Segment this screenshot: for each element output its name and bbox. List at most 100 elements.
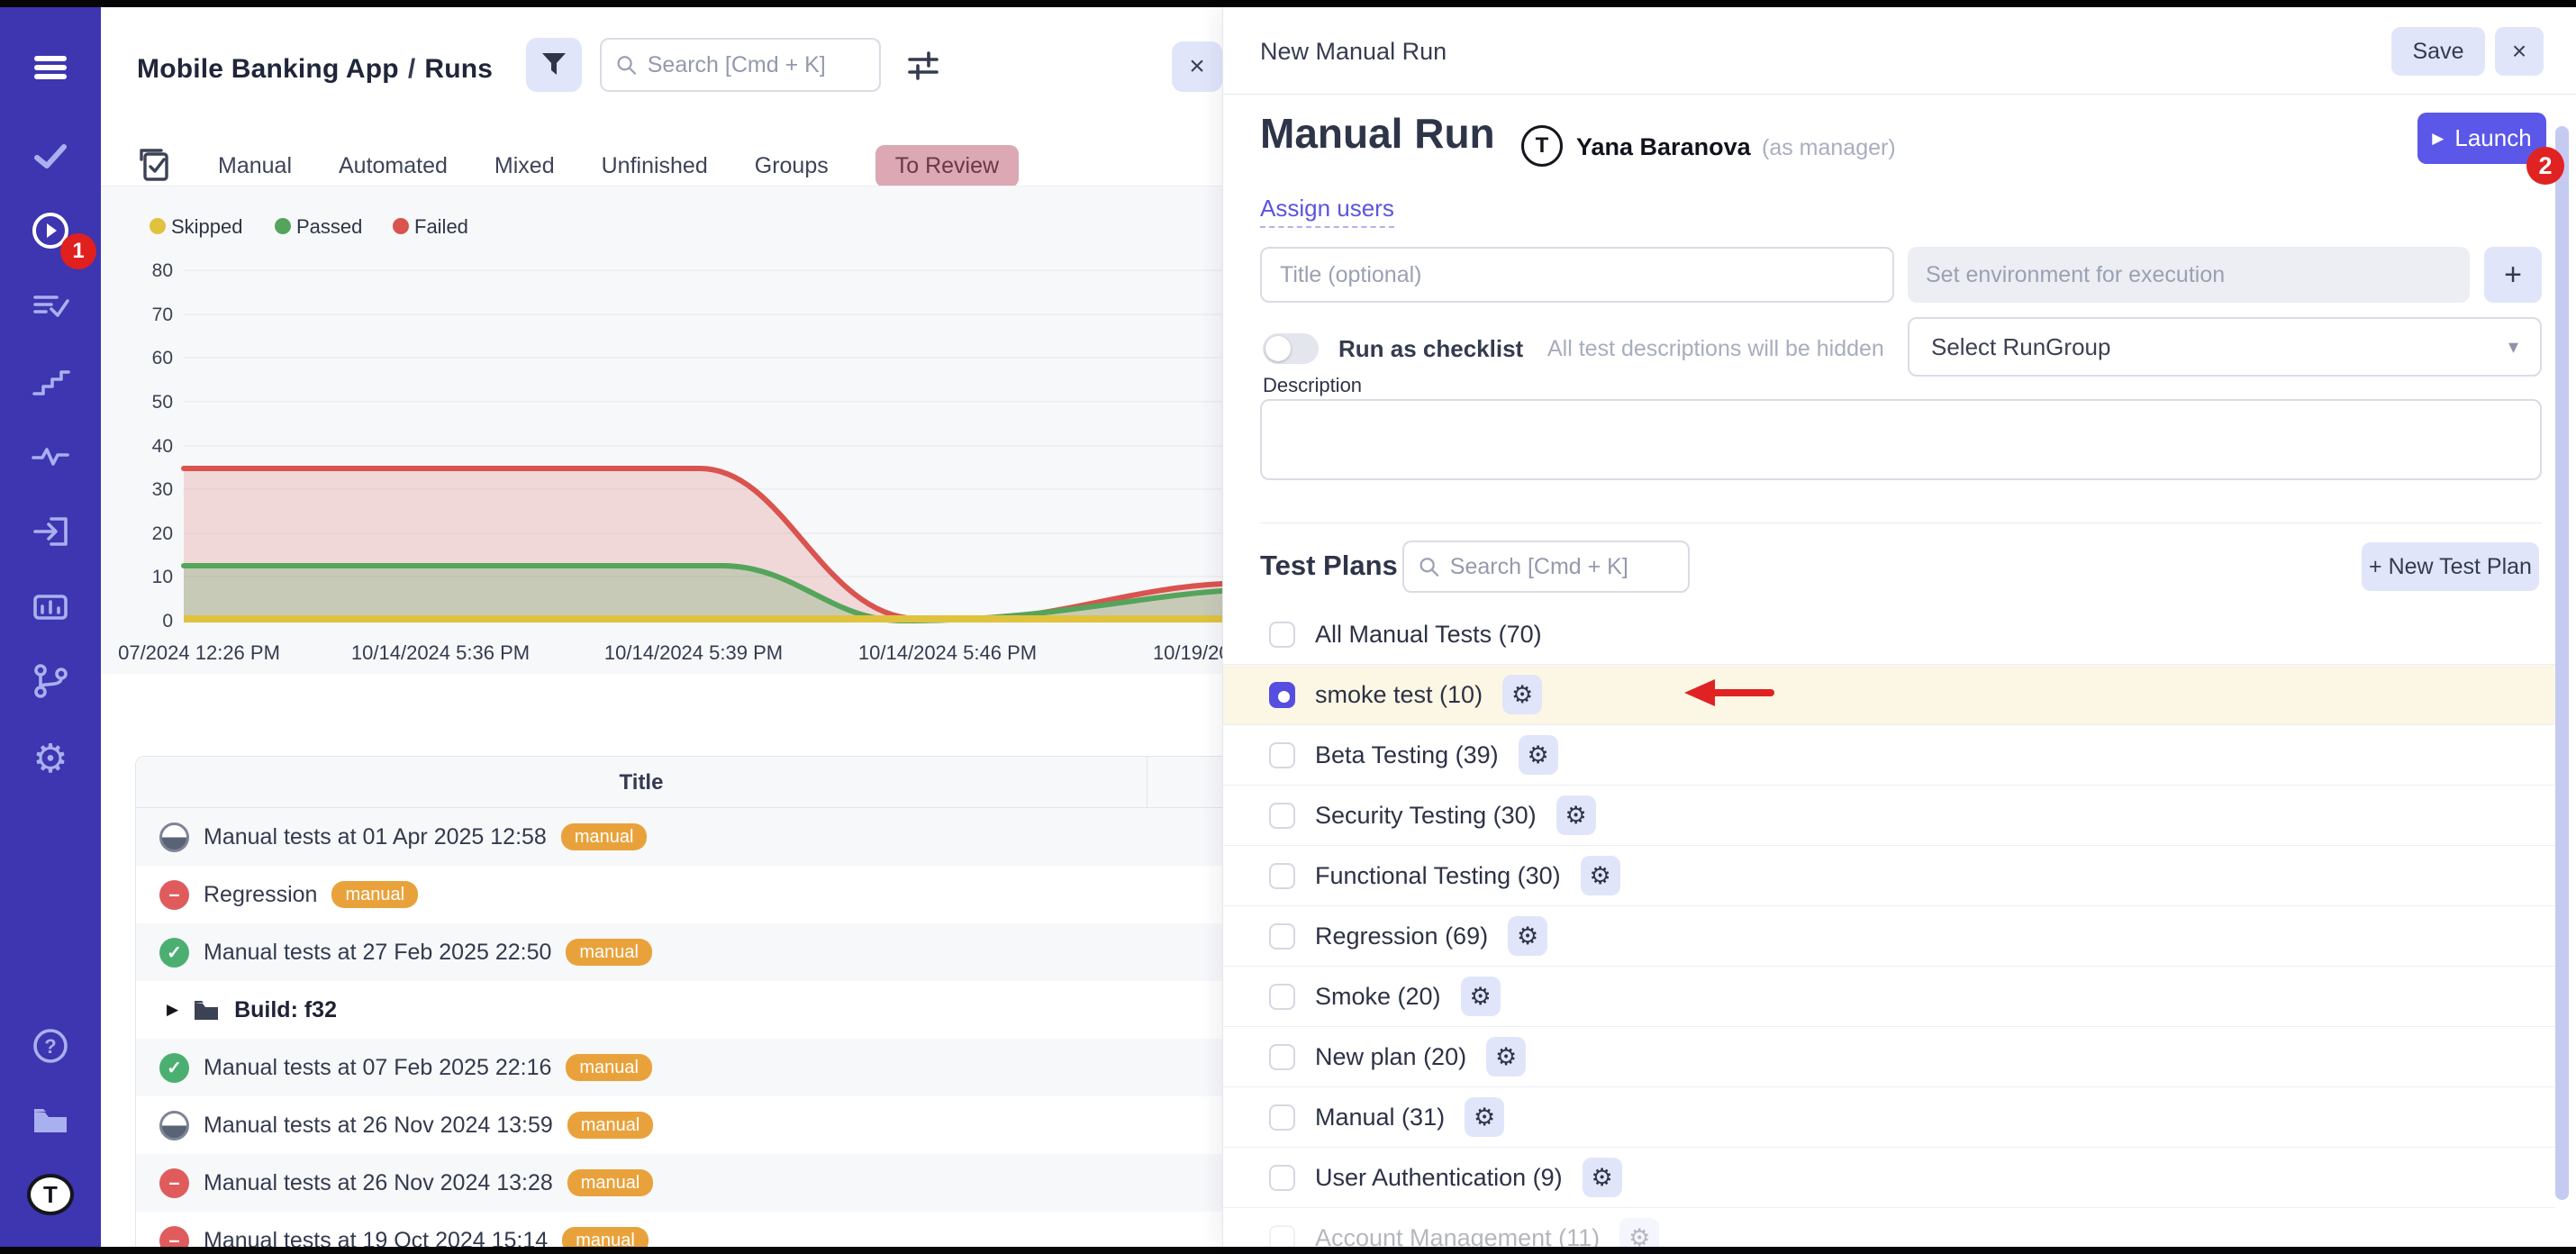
table-row[interactable]: Manual tests at 01 Apr 2025 12:58 manual — [136, 808, 1222, 866]
plan-settings-gear-icon[interactable]: ⚙ — [1583, 1158, 1622, 1197]
filter-button[interactable] — [526, 38, 582, 92]
save-button[interactable]: Save — [2391, 27, 2485, 76]
test-plan-row[interactable]: All Manual Tests (70) — [1223, 604, 2555, 665]
new-test-plan-button[interactable]: + New Test Plan — [2362, 542, 2539, 591]
assign-users-link[interactable]: Assign users — [1260, 195, 1394, 228]
menu-hamburger-icon[interactable] — [29, 46, 72, 89]
table-group-row[interactable]: ▶ Build: f32 — [136, 981, 1222, 1039]
tab-automated[interactable]: Automated — [339, 153, 448, 179]
test-plans-list-check-icon[interactable] — [29, 285, 72, 328]
runs-search-input[interactable] — [648, 52, 865, 78]
test-plan-row[interactable]: Regression (69) ⚙ — [1223, 906, 2555, 967]
test-plans-list: All Manual Tests (70) smoke test (10) ⚙ … — [1223, 604, 2555, 1247]
runs-panel: Mobile Banking App/Runs × Manual Automat… — [101, 7, 1222, 1247]
run-title[interactable]: Manual tests at 26 Nov 2024 13:28 — [204, 1170, 553, 1196]
run-title[interactable]: Manual tests at 27 Feb 2025 22:50 — [204, 940, 551, 966]
status-failed-icon: – — [159, 1226, 189, 1248]
test-plan-row[interactable]: Beta Testing (39) ⚙ — [1223, 725, 2555, 786]
run-title-input[interactable] — [1260, 247, 1894, 303]
plan-settings-gear-icon[interactable]: ⚙ — [1502, 675, 1542, 714]
environment-input[interactable] — [1908, 247, 2470, 303]
group-title[interactable]: Build: f32 — [234, 997, 337, 1023]
projects-folder-icon[interactable] — [29, 1100, 72, 1143]
expand-caret-icon[interactable]: ▶ — [167, 1001, 178, 1019]
plan-settings-gear-icon[interactable]: ⚙ — [1556, 795, 1596, 835]
table-row[interactable]: ✓ Manual tests at 27 Feb 2025 22:50 manu… — [136, 923, 1222, 981]
test-plan-row[interactable]: Functional Testing (30) ⚙ — [1223, 846, 2555, 906]
test-plan-row-partial[interactable]: Account Management (11) ⚙ — [1223, 1208, 2555, 1247]
plan-settings-gear-icon[interactable]: ⚙ — [1519, 735, 1558, 775]
column-title[interactable]: Title — [136, 757, 1147, 808]
plan-checkbox[interactable] — [1269, 863, 1295, 889]
plan-checkbox[interactable] — [1269, 923, 1295, 950]
table-row[interactable]: – Manual tests at 19 Oct 2024 15:14 manu… — [136, 1212, 1222, 1247]
runs-trend-chart: Skipped Passed Failed 80 70 60 50 40 30 … — [101, 186, 1222, 674]
run-title[interactable]: Manual tests at 07 Feb 2025 22:16 — [204, 1055, 551, 1081]
run-title[interactable]: Manual tests at 01 Apr 2025 12:58 — [204, 824, 547, 850]
tests-check-icon[interactable] — [29, 135, 72, 178]
plan-checkbox[interactable] — [1269, 622, 1295, 648]
view-settings-icon[interactable] — [906, 49, 942, 81]
tab-groups[interactable]: Groups — [755, 153, 829, 179]
test-plan-row[interactable]: Smoke (20) ⚙ — [1223, 967, 2555, 1027]
plan-settings-gear-icon[interactable]: ⚙ — [1619, 1218, 1659, 1247]
table-row[interactable]: – Manual tests at 26 Nov 2024 13:28 manu… — [136, 1154, 1222, 1212]
dialog-close-button[interactable]: × — [2495, 27, 2544, 76]
tab-unfinished[interactable]: Unfinished — [602, 153, 708, 179]
test-plans-search[interactable] — [1402, 541, 1690, 593]
plan-checkbox-checked[interactable] — [1269, 682, 1295, 708]
milestones-steps-icon[interactable] — [29, 360, 72, 404]
description-textarea[interactable] — [1260, 399, 2542, 480]
checklist-tab-icon[interactable] — [139, 149, 171, 183]
chart-legend: Skipped Passed Failed — [150, 215, 468, 238]
runs-table: Title Manual tests at 01 Apr 2025 12:58 … — [135, 756, 1222, 1247]
table-row[interactable]: Manual tests at 26 Nov 2024 13:59 manual — [136, 1096, 1222, 1154]
plan-checkbox[interactable] — [1269, 1165, 1295, 1191]
help-icon[interactable]: ? — [29, 1024, 72, 1068]
launch-button[interactable]: ▶ Launch — [2417, 113, 2546, 164]
checklist-hint: All test descriptions will be hidden — [1547, 336, 1884, 362]
plan-checkbox[interactable] — [1269, 1104, 1295, 1131]
run-title[interactable]: Manual tests at 26 Nov 2024 13:59 — [204, 1113, 553, 1139]
panel-scrollbar[interactable] — [2555, 126, 2569, 1200]
plan-checkbox[interactable] — [1269, 803, 1295, 829]
panel-close-button[interactable]: × — [1172, 41, 1222, 92]
test-plans-search-input[interactable] — [1450, 554, 1673, 580]
table-row[interactable]: – Regression manual — [136, 866, 1222, 923]
plan-settings-gear-icon[interactable]: ⚙ — [1486, 1037, 1526, 1077]
reports-chart-icon[interactable] — [29, 586, 72, 629]
run-title[interactable]: Manual tests at 19 Oct 2024 15:14 — [204, 1228, 548, 1248]
svg-text:Skipped: Skipped — [171, 215, 243, 238]
test-plan-row-selected[interactable]: smoke test (10) ⚙ — [1223, 665, 2555, 725]
svg-text:30: 30 — [152, 479, 173, 500]
plan-settings-gear-icon[interactable]: ⚙ — [1465, 1097, 1504, 1137]
run-title[interactable]: Regression — [204, 882, 317, 908]
import-icon[interactable] — [29, 510, 72, 553]
plan-label: New plan (20) — [1315, 1043, 1466, 1071]
tab-manual[interactable]: Manual — [218, 153, 292, 179]
plan-checkbox[interactable] — [1269, 1044, 1295, 1070]
plan-checkbox[interactable] — [1269, 742, 1295, 768]
run-as-checklist-toggle[interactable] — [1263, 333, 1319, 364]
plan-checkbox[interactable] — [1269, 1225, 1295, 1248]
analytics-pulse-icon[interactable] — [29, 434, 72, 477]
rungroup-select[interactable]: Select RunGroup ▾ — [1908, 317, 2542, 377]
tab-mixed[interactable]: Mixed — [494, 153, 555, 179]
chart-y-axis: 80 70 60 50 40 30 20 10 0 — [152, 260, 173, 632]
branches-git-icon[interactable] — [29, 659, 72, 703]
add-environment-button[interactable]: + — [2484, 247, 2542, 303]
test-plan-row[interactable]: User Authentication (9) ⚙ — [1223, 1148, 2555, 1208]
testomat-logo[interactable]: T — [27, 1174, 74, 1215]
plan-settings-gear-icon[interactable]: ⚙ — [1581, 856, 1620, 895]
breadcrumb-project[interactable]: Mobile Banking App — [137, 54, 399, 84]
plan-checkbox[interactable] — [1269, 984, 1295, 1010]
runs-search[interactable] — [600, 38, 881, 92]
test-plan-row[interactable]: Manual (31) ⚙ — [1223, 1087, 2555, 1148]
settings-gear-icon[interactable]: ⚙ — [29, 737, 72, 780]
tab-to-review[interactable]: To Review — [875, 145, 1019, 187]
plan-settings-gear-icon[interactable]: ⚙ — [1508, 916, 1547, 956]
test-plan-row[interactable]: New plan (20) ⚙ — [1223, 1027, 2555, 1087]
test-plan-row[interactable]: Security Testing (30) ⚙ — [1223, 786, 2555, 846]
table-row[interactable]: ✓ Manual tests at 07 Feb 2025 22:16 manu… — [136, 1039, 1222, 1096]
plan-settings-gear-icon[interactable]: ⚙ — [1461, 977, 1501, 1016]
